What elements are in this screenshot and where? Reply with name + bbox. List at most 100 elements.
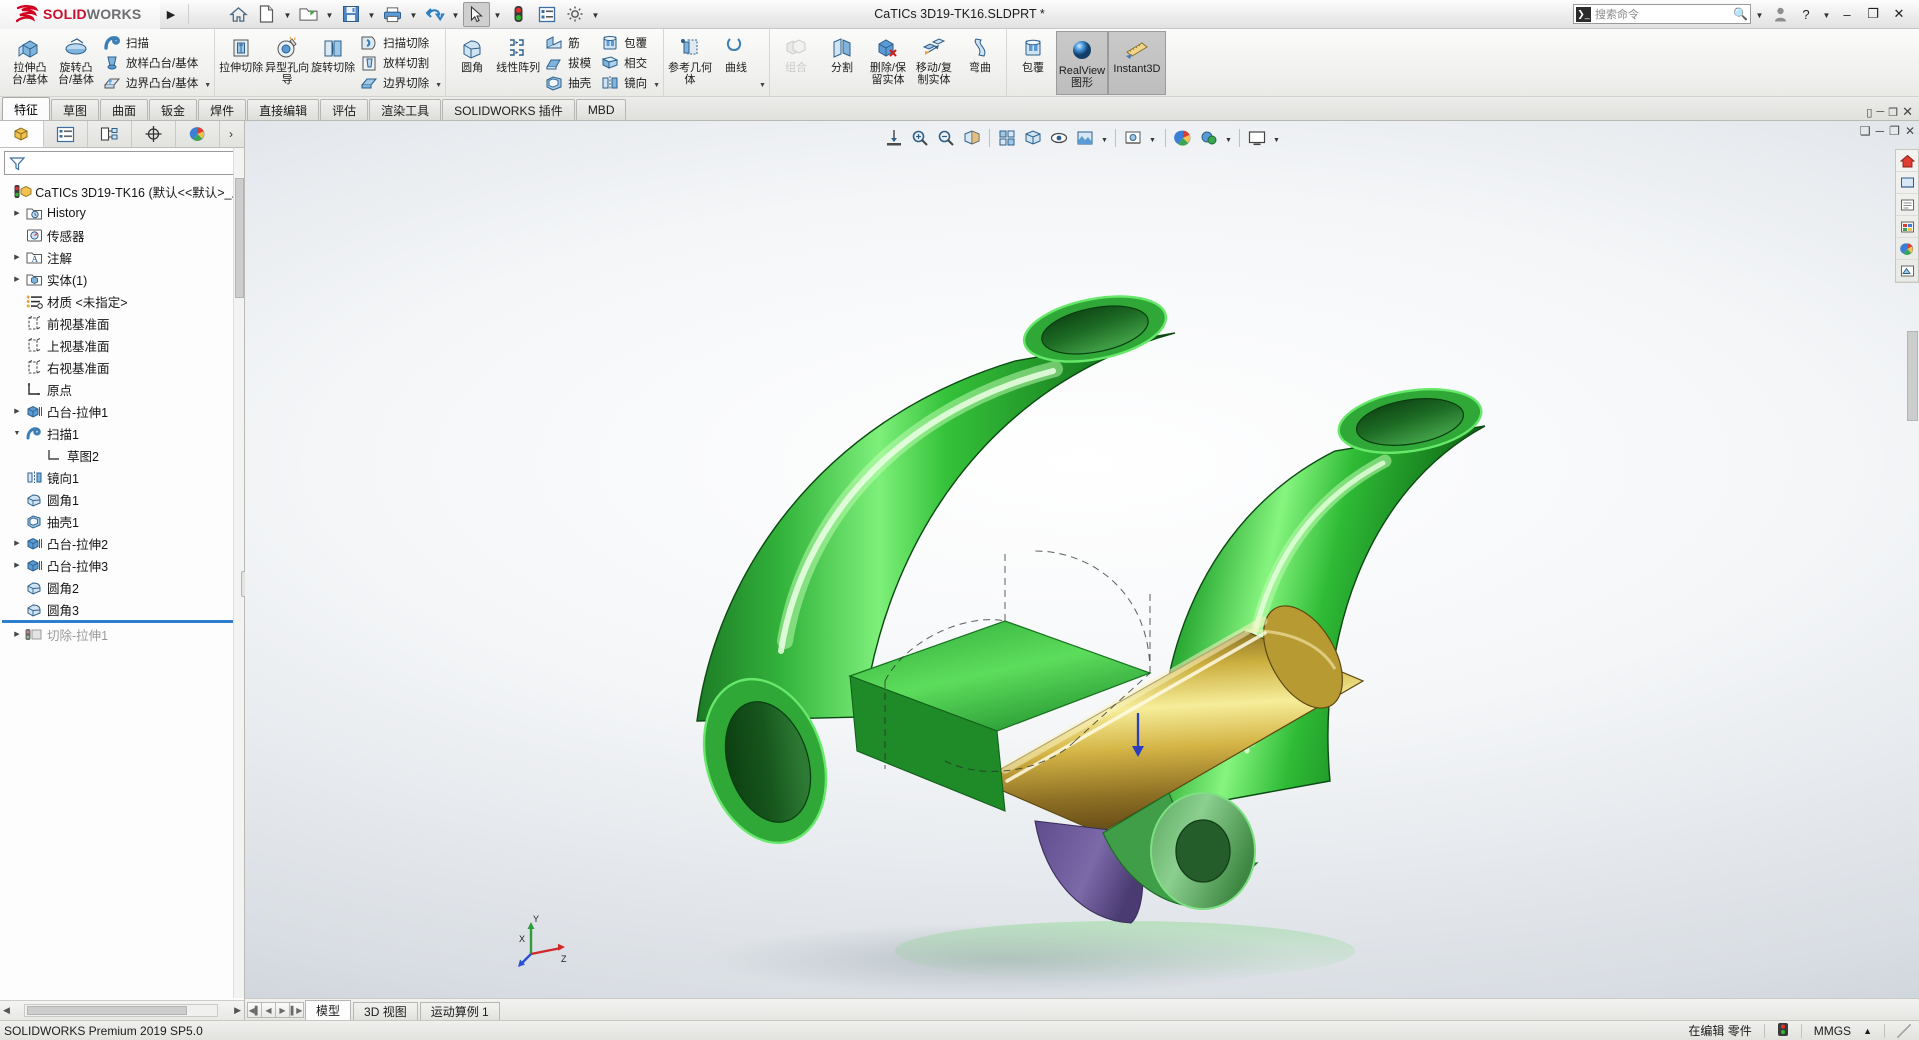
scroll-right-arrow[interactable]: ▶: [234, 1005, 244, 1016]
solidworks-logo[interactable]: SOLIDWORKS: [0, 0, 160, 29]
annotation-view-icon[interactable]: [1896, 194, 1918, 216]
feature-manager-tab[interactable]: [0, 121, 44, 147]
apply-scene-icon[interactable]: [1073, 126, 1097, 150]
tree-toggle[interactable]: ▼: [10, 430, 24, 437]
revolve-cut-button[interactable]: 旋转切除: [310, 31, 356, 75]
reference-dropdown-caret[interactable]: ▼: [759, 80, 766, 90]
last-tab-button[interactable]: ▌▶: [289, 1002, 304, 1018]
tab-weldments[interactable]: 焊件: [198, 99, 247, 120]
home-view-icon[interactable]: [1896, 150, 1918, 172]
wrap2-button[interactable]: 包覆: [1010, 31, 1056, 75]
tab-render-tools[interactable]: 渲染工具: [369, 99, 442, 120]
minimize-button[interactable]: –: [1835, 3, 1859, 25]
viewport-scrollbar[interactable]: [1907, 291, 1919, 591]
loft-cut-button[interactable]: 放样切割: [356, 53, 435, 73]
tree-node-sensors[interactable]: 传感器: [0, 224, 244, 246]
save-icon[interactable]: [337, 2, 364, 27]
open-folder-icon[interactable]: [295, 2, 322, 27]
rib-button[interactable]: 筋: [541, 33, 597, 53]
tree-node-cut-extrude-1[interactable]: ▶ 切除-拉伸1: [0, 623, 244, 645]
scene-caret[interactable]: ▼: [1099, 126, 1110, 150]
scrollbar-thumb[interactable]: [26, 1006, 187, 1015]
home-icon[interactable]: [225, 2, 252, 27]
tab-evaluate[interactable]: 评估: [320, 99, 369, 120]
reference-geometry-button[interactable]: 参考几何体: [667, 31, 713, 87]
save-caret[interactable]: ▼: [365, 2, 378, 27]
tree-node-top-plane[interactable]: 上视基准面: [0, 334, 244, 356]
resize-grip[interactable]: [1897, 1023, 1911, 1038]
search-caret[interactable]: ▼: [1753, 2, 1766, 27]
tree-node-boss-extrude-3[interactable]: ▶ 凸台-拉伸3: [0, 554, 244, 576]
tree-node-fillet-1[interactable]: 圆角1: [0, 488, 244, 510]
bottom-tab-motion-study[interactable]: 运动算例 1: [419, 1002, 500, 1020]
3d-model-render[interactable]: [245, 121, 1919, 1011]
search-icon[interactable]: 🔍: [1733, 7, 1748, 21]
zoom-to-fit-icon[interactable]: [882, 126, 906, 150]
first-tab-button[interactable]: ◀▌: [247, 1002, 262, 1018]
new-doc-caret[interactable]: ▼: [281, 2, 294, 27]
maximize-view-icon[interactable]: ❐: [1889, 124, 1900, 138]
options-list-icon[interactable]: [533, 2, 560, 27]
display-pane-icon[interactable]: [1896, 216, 1918, 238]
tree-root-node[interactable]: CaTICs 3D19-TK16 (默认<<默认>_显: [0, 180, 244, 202]
printer-status-icon[interactable]: [1777, 1022, 1789, 1040]
scroll-left-arrow[interactable]: ◀: [0, 1005, 10, 1016]
wrap-button[interactable]: 包覆: [597, 33, 653, 53]
intersect-button[interactable]: 相交: [597, 53, 653, 73]
linear-pattern-button[interactable]: 线性阵列: [495, 31, 541, 75]
extrude-boss-button[interactable]: 拉伸凸台/基体: [7, 31, 53, 87]
menu-expand-arrow[interactable]: ▶: [160, 8, 182, 21]
cut-dropdown-caret[interactable]: ▼: [435, 80, 442, 90]
tree-toggle[interactable]: ▶: [10, 275, 24, 283]
tab-mbd[interactable]: MBD: [575, 99, 627, 120]
undo-caret[interactable]: ▼: [449, 2, 462, 27]
property-manager-tab[interactable]: [44, 121, 88, 147]
tree-toggle[interactable]: ▶: [10, 253, 24, 261]
tree-toggle[interactable]: ▶: [10, 209, 24, 217]
realview-graphics-button[interactable]: RealView 图形: [1055, 31, 1108, 95]
tab-direct-editing[interactable]: 直接编辑: [247, 99, 320, 120]
help-caret[interactable]: ▼: [1820, 2, 1833, 27]
tree-node-material[interactable]: 材质 <未指定>: [0, 290, 244, 312]
search-input[interactable]: ❯_ 搜索命令 🔍: [1573, 4, 1751, 24]
combine-button[interactable]: 组合: [773, 31, 819, 75]
restore-doc-icon[interactable]: ▯: [1866, 106, 1872, 119]
select-arrow-icon[interactable]: [463, 1, 490, 27]
print-caret[interactable]: ▼: [407, 2, 420, 27]
configuration-manager-tab[interactable]: [88, 121, 132, 147]
zoom-in-out-icon[interactable]: [934, 126, 958, 150]
close-doc-icon[interactable]: ✕: [1902, 104, 1913, 120]
hide-show-icon[interactable]: [1047, 126, 1071, 150]
tree-node-boss-extrude-1[interactable]: ▶ 凸台-拉伸1: [0, 400, 244, 422]
boundary-cut-button[interactable]: 边界切除: [356, 73, 435, 93]
undo-icon[interactable]: [421, 2, 448, 27]
tab-features[interactable]: 特征: [2, 97, 51, 120]
graphics-viewport[interactable]: ▼ ▼ ▼ ▼ ❑ ─ ❐ ✕ Y Z X ◀▌ ◀ ▶ ▌▶ 模型 3D 视图…: [245, 121, 1919, 1020]
revolve-boss-button[interactable]: 旋转凸台/基体: [53, 31, 99, 87]
flex-button[interactable]: 弯曲: [957, 31, 1003, 75]
view-settings-icon[interactable]: [1121, 126, 1145, 150]
tree-toggle[interactable]: ▶: [10, 407, 24, 415]
hole-wizard-button[interactable]: 异型孔向导: [264, 31, 310, 87]
gear-caret[interactable]: ▼: [589, 2, 602, 27]
prev-tab-button[interactable]: ◀: [261, 1002, 276, 1018]
loft-button[interactable]: 放样凸台/基体: [99, 53, 204, 73]
maximize-doc-icon[interactable]: ❐: [1888, 106, 1898, 119]
tab-surfaces[interactable]: 曲面: [100, 99, 149, 120]
tree-node-sweep-1[interactable]: ▼ 扫描1: [0, 422, 244, 444]
tab-solidworks-addins[interactable]: SOLIDWORKS 插件: [442, 99, 575, 120]
viewport-layout-caret[interactable]: ▼: [1271, 126, 1282, 150]
select-caret[interactable]: ▼: [491, 2, 504, 27]
user-icon[interactable]: [1768, 3, 1792, 25]
display-manager-tab[interactable]: [176, 121, 220, 147]
restore-button[interactable]: ❐: [1861, 3, 1885, 25]
tree-node-fillet-3[interactable]: 圆角3: [0, 598, 244, 620]
viewport-layout-icon[interactable]: [1245, 126, 1269, 150]
tree-horizontal-scrollbar[interactable]: [23, 1004, 219, 1017]
zoom-to-area-icon[interactable]: [908, 126, 932, 150]
open-caret[interactable]: ▼: [323, 2, 336, 27]
tree-node-boss-extrude-2[interactable]: ▶ 凸台-拉伸2: [0, 532, 244, 554]
tree-node-annotations[interactable]: ▶ A 注解: [0, 246, 244, 268]
sweep-button[interactable]: 扫描: [99, 33, 204, 53]
tree-toggle[interactable]: ▶: [10, 539, 24, 547]
